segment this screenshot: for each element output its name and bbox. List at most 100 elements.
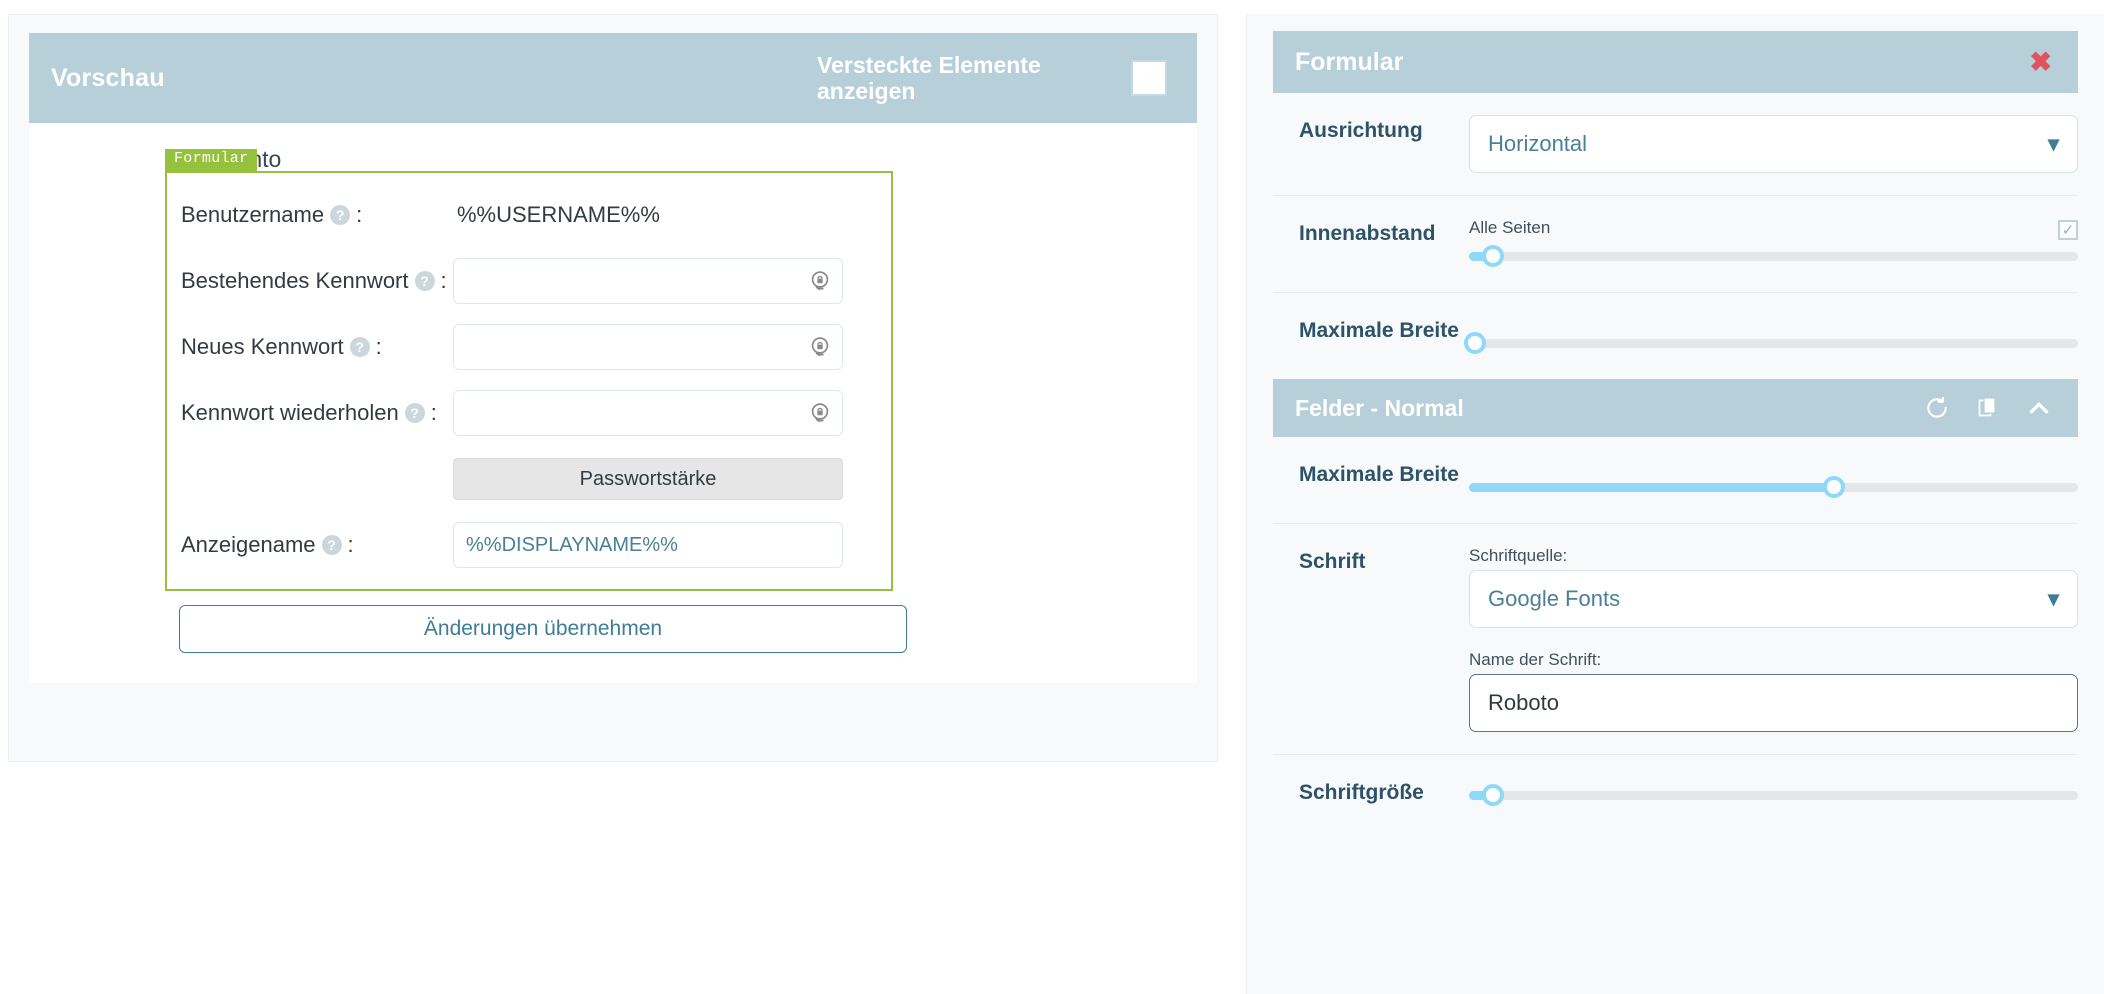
form-row: Anzeigename ? : %%DISPLAYNAME%% [167,519,891,571]
form-row: Neues Kennwort ? : [167,321,891,373]
font-source-selected-value: Google Fonts [1488,586,1620,612]
setting-row-max-width-fields: Maximale Breite [1273,437,2078,524]
padding-slider[interactable] [1469,242,2078,270]
password-strength-meter: Passwortstärke [453,458,843,500]
padding-sub-row: Alle Seiten ✓ [1469,218,2078,242]
alignment-label: Ausrichtung [1299,115,1469,144]
help-circle-icon[interactable]: ? [350,337,370,357]
font-control: Schriftquelle: Google Fonts ▾ Name der S… [1469,546,2078,732]
lock-revert-icon[interactable] [808,335,832,359]
password-strength-label: Passwortstärke [580,468,717,491]
max-width-form-slider[interactable] [1469,329,2078,357]
new-password-input[interactable] [453,324,843,370]
preview-body: Mein Konto Formular Benutzername ? : %%U… [29,123,1197,683]
repeat-password-input[interactable] [453,390,843,436]
current-password-label-text: Bestehendes Kennwort [181,268,409,294]
preview-header-right: Versteckte Elemente anzeigen [817,52,1167,105]
slider-knob[interactable] [1482,784,1504,806]
help-circle-icon[interactable]: ? [330,205,350,225]
close-x-icon[interactable]: ✖ [2029,49,2052,76]
password-strength-control: Passwortstärke [453,458,879,500]
chevron-down-icon: ▾ [2048,586,2059,612]
padding-sub-label: Alle Seiten [1469,218,1550,238]
setting-row-max-width-form: Maximale Breite [1273,293,2078,379]
chevron-down-icon: ▾ [2048,131,2059,157]
alignment-selected-value: Horizontal [1488,131,1587,157]
lock-revert-icon[interactable] [808,401,832,425]
account-form: Benutzername ? : %%USERNAME%% Bestehende… [165,171,893,591]
fields-section-title: Felder - Normal [1295,395,1464,422]
slider-knob[interactable] [1823,476,1845,498]
settings-panel-header: Formular ✖ [1273,31,2078,93]
current-password-input[interactable] [453,258,843,304]
font-name-label: Name der Schrift: [1469,650,2078,670]
setting-row-padding: Innenabstand Alle Seiten ✓ [1273,196,2078,293]
username-control: %%USERNAME%% [453,202,879,228]
padding-label: Innenabstand [1299,218,1469,247]
settings-panel-title: Formular [1295,48,1403,77]
label-colon: : [441,268,447,294]
font-size-slider[interactable] [1469,781,2078,809]
max-width-fields-control [1469,459,2078,501]
form-row: Passwortstärke [167,453,891,505]
help-circle-icon[interactable]: ? [415,271,435,291]
label-colon: : [356,202,362,228]
slider-knob[interactable] [1482,245,1504,267]
form-row: Bestehendes Kennwort ? : [167,255,891,307]
max-width-form-label: Maximale Breite [1299,315,1469,344]
max-width-form-control [1469,315,2078,357]
slider-knob[interactable] [1464,332,1486,354]
preview-title: Vorschau [51,64,165,93]
max-width-fields-label: Maximale Breite [1299,459,1469,488]
padding-all-sides-checkbox[interactable]: ✓ [2058,220,2078,240]
font-source-select[interactable]: Google Fonts ▾ [1469,570,2078,628]
account-heading: Mein Konto [165,147,1197,171]
new-password-label-text: Neues Kennwort [181,334,344,360]
apply-changes-button[interactable]: Änderungen übernehmen [179,605,907,653]
padding-control: Alle Seiten ✓ [1469,218,2078,270]
setting-row-font: Schrift Schriftquelle: Google Fonts ▾ Na… [1273,524,2078,755]
label-colon: : [431,400,437,426]
lock-revert-icon[interactable] [808,269,832,293]
display-name-input[interactable]: %%DISPLAYNAME%% [453,522,843,568]
settings-panel-actions: ✖ [2029,49,2052,76]
new-password-control [453,324,879,370]
chevron-up-icon[interactable] [2026,395,2052,421]
show-hidden-elements-checkbox[interactable] [1131,60,1167,96]
settings-panel: Formular ✖ Ausrichtung Horizontal ▾ Inne… [1246,14,2104,994]
font-name-input[interactable]: Roboto [1469,674,2078,732]
repeat-password-control [453,390,879,436]
preview-pane: Vorschau Versteckte Elemente anzeigen Me… [8,14,1218,762]
form-row: Kennwort wiederholen ? : [167,387,891,439]
username-label: Benutzername ? : [181,202,453,228]
slider-track [1469,339,2078,348]
display-name-label-text: Anzeigename [181,532,316,558]
font-name-value: Roboto [1488,690,1559,716]
font-label: Schrift [1299,546,1469,575]
reset-icon[interactable] [1924,395,1950,421]
fields-section-actions [1924,395,2052,421]
copy-icon[interactable] [1976,396,2000,420]
new-password-label: Neues Kennwort ? : [181,334,453,360]
username-label-text: Benutzername [181,202,324,228]
help-circle-icon[interactable]: ? [405,403,425,423]
repeat-password-label: Kennwort wiederholen ? : [181,400,453,426]
fields-section-body: Maximale Breite Schrift Schriftquelle: G… [1247,437,2104,819]
current-password-control [453,258,879,304]
label-colon: : [348,532,354,558]
font-size-label: Schriftgröße [1299,777,1469,806]
label-colon: : [376,334,382,360]
max-width-fields-slider[interactable] [1469,473,2078,501]
slider-track [1469,791,2078,800]
alignment-select[interactable]: Horizontal ▾ [1469,115,2078,173]
settings-body: Ausrichtung Horizontal ▾ Innenabstand Al… [1247,93,2104,379]
font-source-label: Schriftquelle: [1469,546,2078,566]
font-size-control [1469,777,2078,809]
form-row: Benutzername ? : %%USERNAME%% [167,189,891,241]
show-hidden-elements-label: Versteckte Elemente anzeigen [817,52,1097,105]
form-wrapper: Formular Benutzername ? : %%USERNAME%% [165,171,893,653]
display-name-label: Anzeigename ? : [181,532,453,558]
display-name-value: %%DISPLAYNAME%% [466,534,678,557]
help-circle-icon[interactable]: ? [322,535,342,555]
repeat-password-label-text: Kennwort wiederholen [181,400,399,426]
